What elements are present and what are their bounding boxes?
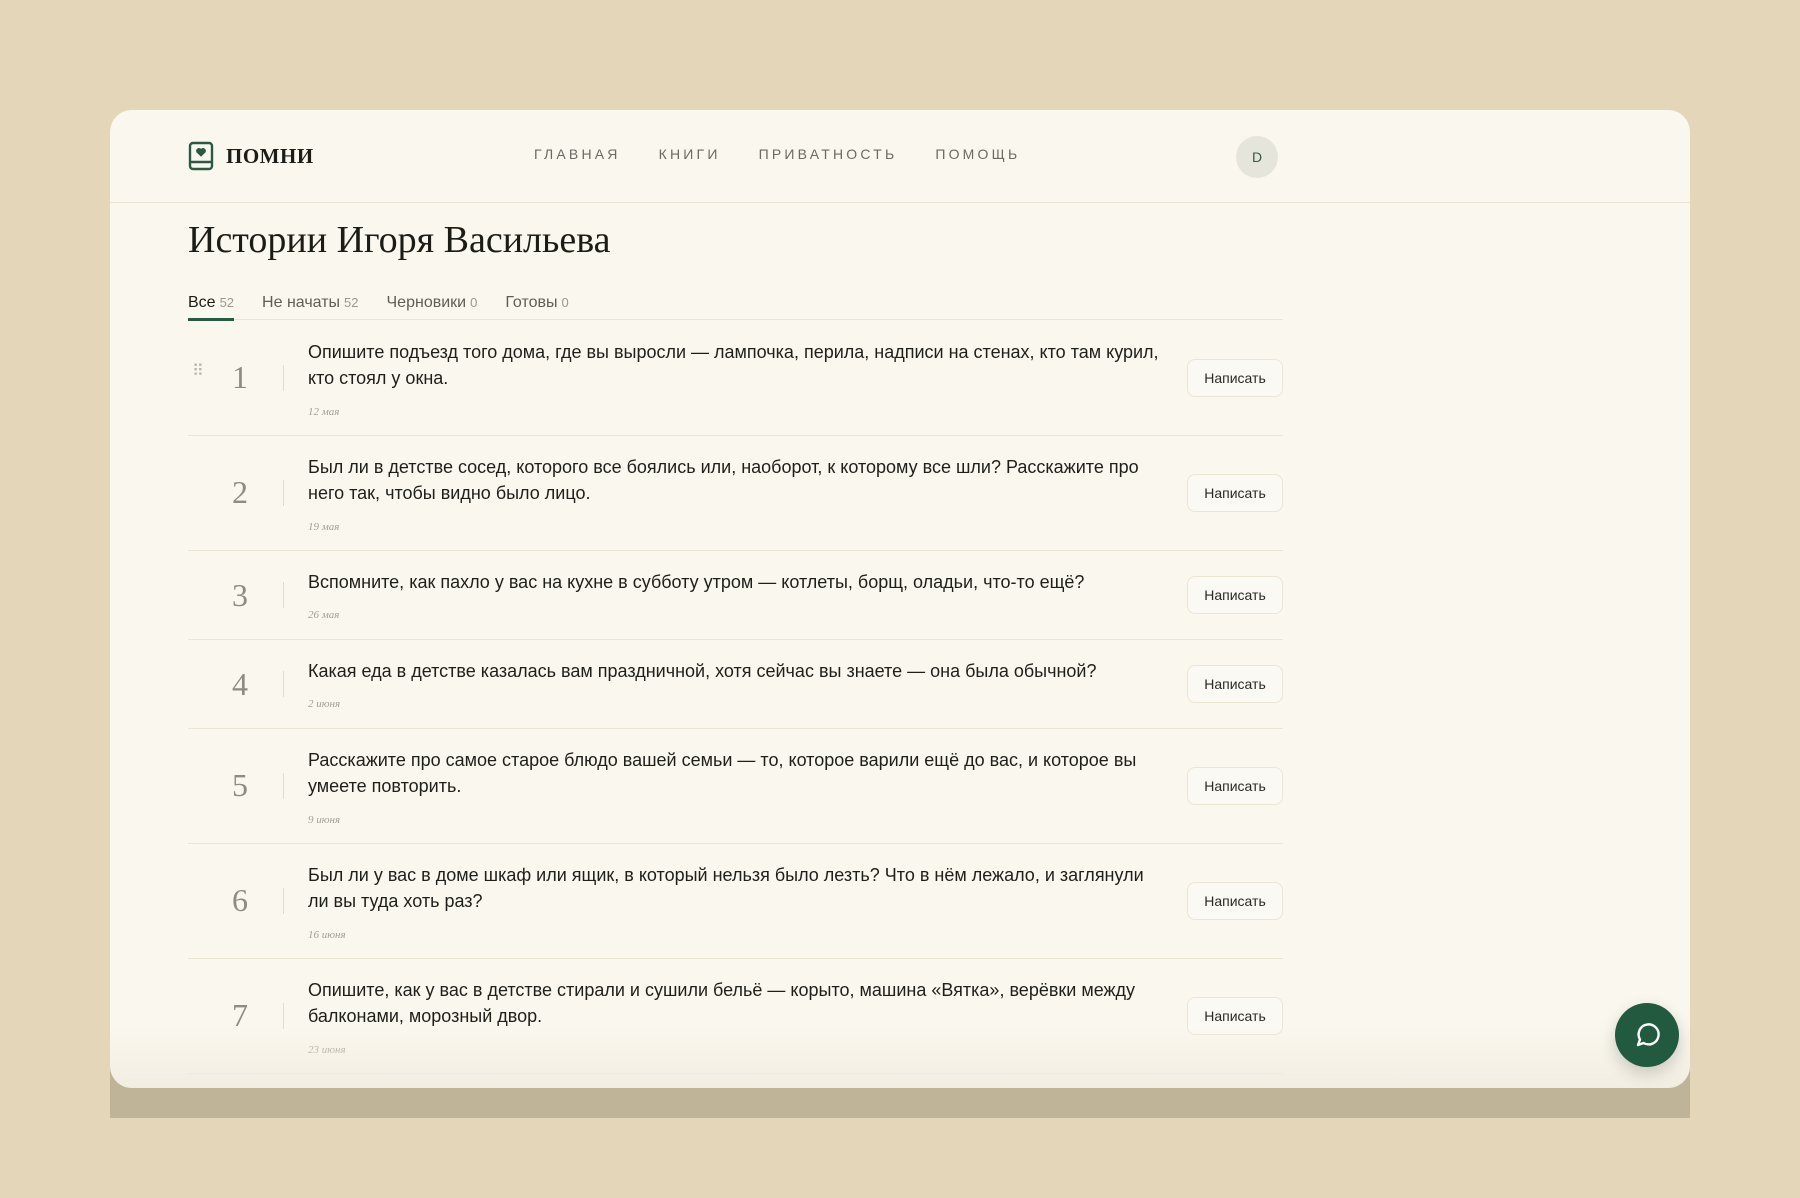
story-number: 4 bbox=[232, 666, 248, 702]
story-date: 12 мая bbox=[308, 406, 340, 418]
user-avatar[interactable]: D bbox=[1236, 136, 1278, 178]
row-divider bbox=[283, 582, 284, 608]
nav-books[interactable]: КНИГИ bbox=[659, 146, 721, 162]
story-question: Вспомните, как пахло у вас на кухне в су… bbox=[308, 572, 1085, 592]
write-button[interactable]: Написать bbox=[1187, 997, 1283, 1035]
tab-drafts[interactable]: Черновики 0 bbox=[387, 282, 478, 320]
story-question: Какая еда в детстве казалась вам праздни… bbox=[308, 661, 1097, 681]
tab-count: 0 bbox=[561, 295, 569, 310]
nav-privacy[interactable]: ПРИВАТНОСТЬ bbox=[759, 146, 898, 162]
story-question: Опишите подъезд того дома, где вы выросл… bbox=[308, 342, 1159, 388]
story-question: Был ли в детстве сосед, которого все боя… bbox=[308, 457, 1139, 503]
story-row[interactable]: 4 Какая еда в детстве казалась вам празд… bbox=[188, 640, 1283, 729]
story-date: 26 мая bbox=[308, 609, 340, 621]
row-divider bbox=[283, 773, 284, 799]
top-header: ПОМНИ ГЛАВНАЯ КНИГИ ПРИВАТНОСТЬ ПОМОЩЬ D bbox=[110, 110, 1690, 203]
story-row[interactable]: 5 Расскажите про самое старое блюдо ваше… bbox=[188, 729, 1283, 844]
tab-all[interactable]: Все 52 bbox=[188, 282, 235, 321]
story-list: ⠿ 1 Опишите подъезд того дома, где вы вы… bbox=[188, 321, 1283, 1074]
story-date: 19 мая bbox=[308, 521, 340, 533]
tab-label: Не начаты bbox=[262, 294, 341, 311]
chat-bubble-icon bbox=[1633, 1021, 1661, 1049]
app-window: ПОМНИ ГЛАВНАЯ КНИГИ ПРИВАТНОСТЬ ПОМОЩЬ D… bbox=[110, 110, 1690, 1088]
row-divider bbox=[283, 480, 284, 506]
nav-home[interactable]: ГЛАВНАЯ bbox=[534, 146, 621, 162]
tab-count: 52 bbox=[219, 295, 235, 310]
story-question: Расскажите про самое старое блюдо вашей … bbox=[308, 750, 1137, 796]
story-date: 23 июня bbox=[308, 1044, 346, 1056]
story-row[interactable]: ⠿ 1 Опишите подъезд того дома, где вы вы… bbox=[188, 321, 1283, 436]
story-row[interactable]: 7 Опишите, как у вас в детстве стирали и… bbox=[188, 959, 1283, 1074]
filter-tabs: Все 52 Не начаты 52 Черновики 0 Готовы 0 bbox=[188, 282, 1283, 321]
write-button[interactable]: Написать bbox=[1187, 665, 1283, 703]
story-row[interactable]: 2 Был ли в детстве сосед, которого все б… bbox=[188, 436, 1283, 551]
story-number: 2 bbox=[232, 474, 248, 510]
story-row[interactable]: 3 Вспомните, как пахло у вас на кухне в … bbox=[188, 551, 1283, 640]
tab-count: 52 bbox=[344, 295, 359, 310]
write-button[interactable]: Написать bbox=[1187, 359, 1283, 397]
tab-label: Все bbox=[188, 294, 216, 311]
app-name: ПОМНИ bbox=[226, 143, 314, 168]
story-number: 6 bbox=[232, 882, 248, 918]
write-button[interactable]: Написать bbox=[1187, 767, 1283, 805]
story-number: 3 bbox=[232, 577, 248, 613]
nav-help[interactable]: ПОМОЩЬ bbox=[935, 146, 1020, 162]
story-question: Опишите, как у вас в детстве стирали и с… bbox=[308, 980, 1136, 1026]
story-row[interactable]: 6 Был ли у вас в доме шкаф или ящик, в к… bbox=[188, 844, 1283, 959]
story-date: 9 июня bbox=[308, 814, 341, 826]
logo[interactable]: ПОМНИ bbox=[188, 141, 314, 171]
story-number: 5 bbox=[232, 767, 248, 803]
story-number: 1 bbox=[232, 359, 248, 395]
row-divider bbox=[283, 1003, 284, 1029]
drag-handle-icon[interactable]: ⠿ bbox=[192, 361, 204, 381]
story-date: 2 июня bbox=[308, 698, 341, 710]
story-question: Был ли у вас в доме шкаф или ящик, в кот… bbox=[308, 865, 1144, 911]
book-heart-icon bbox=[188, 141, 214, 171]
tab-label: Готовы bbox=[505, 294, 558, 311]
write-button[interactable]: Написать bbox=[1187, 576, 1283, 614]
tab-not-started[interactable]: Не начаты 52 bbox=[262, 282, 358, 320]
write-button[interactable]: Написать bbox=[1187, 474, 1283, 512]
write-button[interactable]: Написать bbox=[1187, 882, 1283, 920]
chat-button[interactable] bbox=[1615, 1003, 1679, 1067]
tab-label: Черновики bbox=[386, 294, 467, 311]
story-number: 7 bbox=[232, 997, 248, 1033]
tab-count: 0 bbox=[470, 295, 478, 310]
tab-done[interactable]: Готовы 0 bbox=[505, 282, 568, 320]
story-date: 16 июня bbox=[308, 929, 346, 941]
page-title: Истории Игоря Васильева bbox=[188, 219, 611, 261]
row-divider bbox=[283, 671, 284, 697]
main-nav: ГЛАВНАЯ КНИГИ ПРИВАТНОСТЬ ПОМОЩЬ bbox=[534, 146, 1020, 162]
row-divider bbox=[283, 888, 284, 914]
row-divider bbox=[283, 365, 284, 391]
